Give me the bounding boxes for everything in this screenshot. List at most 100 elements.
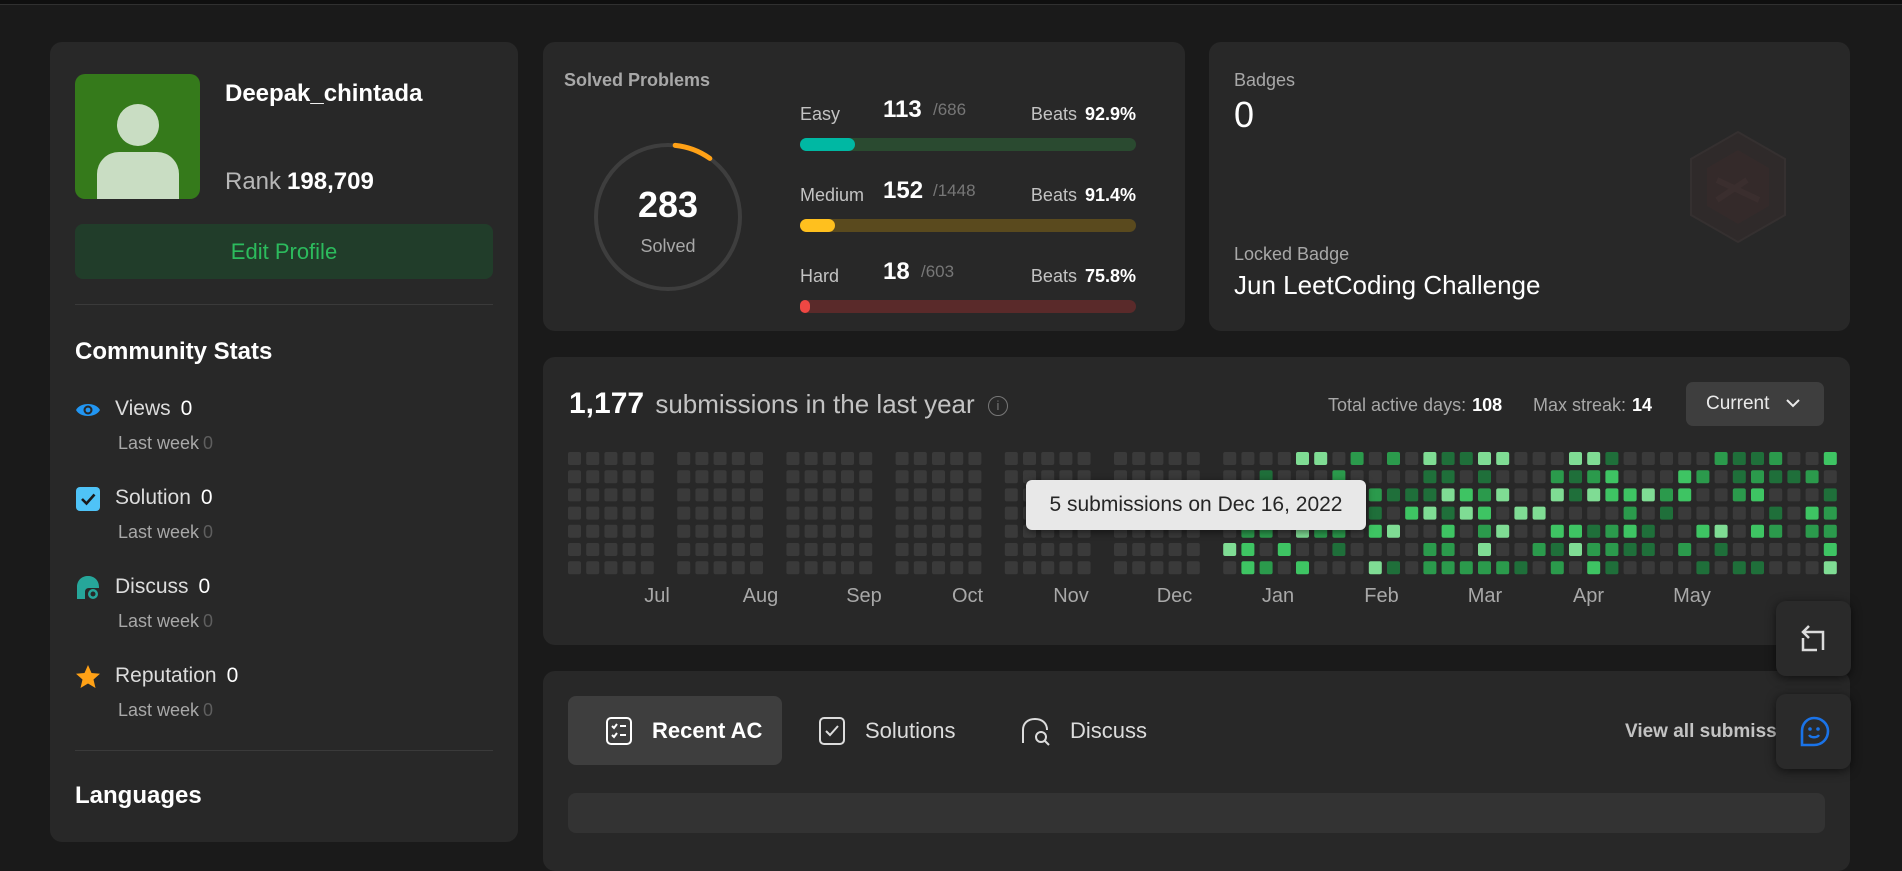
heatmap-cell[interactable] [1405,488,1419,502]
heatmap-cell[interactable] [913,561,927,575]
heatmap-cell[interactable] [1405,561,1419,575]
heatmap-cell[interactable] [859,561,873,575]
heatmap-cell[interactable] [1769,470,1783,484]
heatmap-cell[interactable] [1550,506,1564,520]
heatmap-cell[interactable] [568,506,581,520]
heatmap-cell[interactable] [713,470,727,484]
heatmap-cell[interactable] [604,543,618,556]
heatmap-cell[interactable] [1641,452,1655,465]
heatmap-cell[interactable] [1587,543,1601,556]
feedback-button[interactable] [1776,694,1851,769]
heatmap-cell[interactable] [1660,488,1673,502]
heatmap-cell[interactable] [640,488,654,502]
heatmap-cell[interactable] [822,543,836,556]
heatmap-cell[interactable] [731,524,745,538]
heatmap-cell[interactable] [859,524,873,538]
heatmap-cell[interactable] [1751,543,1764,556]
heatmap-cell[interactable] [586,452,600,465]
heatmap-cell[interactable] [932,506,945,520]
heatmap-cell[interactable] [1696,561,1710,575]
heatmap-cell[interactable] [1441,470,1455,484]
heatmap-cell[interactable] [604,561,618,575]
heatmap-cell[interactable] [1168,452,1182,465]
heatmap-cell[interactable] [1004,470,1018,484]
heatmap-cell[interactable] [1478,470,1491,484]
heatmap-cell[interactable] [1114,543,1127,556]
heatmap-cell[interactable] [622,452,636,465]
heatmap-cell[interactable] [1660,470,1673,484]
heatmap-cell[interactable] [1823,506,1837,520]
heatmap-cell[interactable] [859,488,873,502]
heatmap-cell[interactable] [786,470,800,484]
heatmap-cell[interactable] [1787,543,1801,556]
heatmap-cell[interactable] [804,543,818,556]
heatmap-cell[interactable] [968,524,982,538]
heatmap-cell[interactable] [822,488,836,502]
heatmap-cell[interactable] [1751,561,1764,575]
heatmap-cell[interactable] [1823,543,1837,556]
heatmap-cell[interactable] [1660,506,1673,520]
heatmap-cell[interactable] [1514,488,1528,502]
heatmap-cell[interactable] [1004,543,1018,556]
heatmap-cell[interactable] [1587,488,1601,502]
heatmap-cell[interactable] [1387,561,1400,575]
heatmap-cell[interactable] [1641,470,1655,484]
locked-badge-icon[interactable] [1687,130,1789,244]
heatmap-cell[interactable] [895,561,909,575]
heatmap-cell[interactable] [932,543,945,556]
heatmap-cell[interactable] [1623,524,1637,538]
heatmap-cell[interactable] [1751,506,1764,520]
heatmap-cell[interactable] [1751,452,1764,465]
heatmap-cell[interactable] [695,524,709,538]
heatmap-cell[interactable] [586,543,600,556]
heatmap-cell[interactable] [604,524,618,538]
heatmap-cell[interactable] [1823,524,1837,538]
heatmap-cell[interactable] [1532,506,1546,520]
heatmap-cell[interactable] [1514,470,1528,484]
heatmap-cell[interactable] [1714,506,1728,520]
heatmap-cell[interactable] [622,506,636,520]
heatmap-cell[interactable] [1660,561,1673,575]
heatmap-cell[interactable] [1569,524,1582,538]
heatmap-cell[interactable] [1805,543,1819,556]
heatmap-cell[interactable] [1077,452,1091,465]
heatmap-cell[interactable] [750,470,763,484]
heatmap-cell[interactable] [713,488,727,502]
heatmap-cell[interactable] [1041,543,1055,556]
heatmap-cell[interactable] [622,470,636,484]
heatmap-cell[interactable] [1805,524,1819,538]
heatmap-cell[interactable] [1296,543,1309,556]
heatmap-cell[interactable] [1751,470,1764,484]
tab-discuss[interactable]: Discuss [1020,696,1147,765]
heatmap-cell[interactable] [895,452,909,465]
heatmap-cell[interactable] [750,506,763,520]
heatmap-cell[interactable] [895,506,909,520]
heatmap-cell[interactable] [1641,561,1655,575]
heatmap-cell[interactable] [1478,506,1491,520]
heatmap-cell[interactable] [695,506,709,520]
heatmap-cell[interactable] [1605,452,1619,465]
heatmap-cell[interactable] [1387,470,1400,484]
heatmap-cell[interactable] [1132,561,1146,575]
switch-layout-button[interactable] [1776,601,1851,676]
heatmap-cell[interactable] [1605,506,1619,520]
heatmap-cell[interactable] [604,488,618,502]
heatmap-cell[interactable] [1223,452,1237,465]
heatmap-cell[interactable] [1277,561,1291,575]
heatmap-cell[interactable] [640,524,654,538]
heatmap-cell[interactable] [1478,543,1491,556]
heatmap-cell[interactable] [1514,452,1528,465]
heatmap-cell[interactable] [1387,543,1400,556]
heatmap-cell[interactable] [1241,561,1255,575]
heatmap-cell[interactable] [568,561,581,575]
heatmap-cell[interactable] [677,470,691,484]
heatmap-cell[interactable] [1332,561,1346,575]
heatmap-cell[interactable] [640,543,654,556]
edit-profile-button[interactable]: Edit Profile [75,224,493,279]
heatmap-cell[interactable] [1823,488,1837,502]
view-all-submissions-link[interactable]: View all submissions [1625,721,1785,743]
heatmap-cell[interactable] [1223,543,1237,556]
heatmap-cell[interactable] [1550,470,1564,484]
heatmap-cell[interactable] [1041,561,1055,575]
heatmap-cell[interactable] [731,561,745,575]
